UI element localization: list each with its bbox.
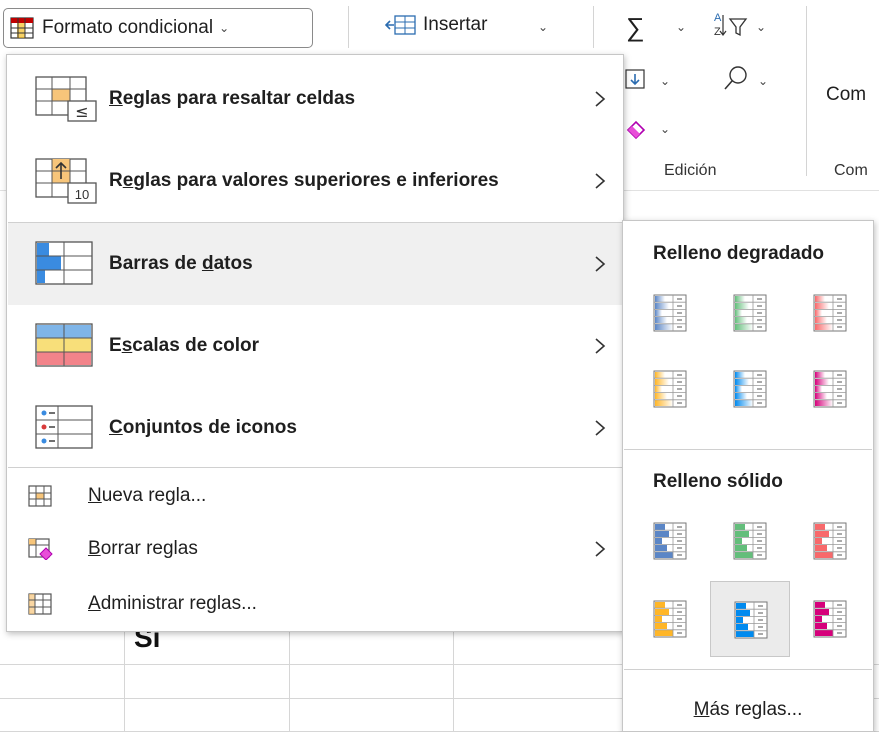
data-bar-icon — [813, 600, 847, 638]
svg-text:10: 10 — [75, 187, 89, 202]
data-bar-swatch-solid-red[interactable] — [790, 503, 870, 579]
data-bar-icon — [733, 370, 767, 408]
solid-fill-heading: Relleno sólido — [653, 471, 783, 492]
data-bar-icon — [734, 601, 768, 639]
color-scales-icon — [35, 323, 93, 367]
more-rules-link[interactable]: Más reglas... — [623, 699, 873, 721]
data-bar-swatch-solid-green[interactable] — [710, 503, 790, 579]
data-bar-swatch-gradient-light-blue[interactable] — [710, 351, 790, 427]
chevron-right-icon — [595, 256, 606, 272]
data-bar-swatch-solid-orange[interactable] — [630, 581, 710, 657]
manage-rules-icon — [28, 592, 52, 615]
conditional-format-icon — [10, 17, 34, 39]
menu-item-new-rule[interactable]: Nueva regla... — [8, 473, 622, 518]
menu-item-label: Nueva regla... — [88, 484, 207, 506]
insert-label: Insertar — [423, 14, 488, 35]
menu-item-data-bars[interactable]: Barras de datos — [8, 223, 622, 305]
menu-item-label: Borrar reglas — [88, 537, 198, 559]
data-bar-icon — [653, 522, 687, 560]
data-bars-submenu: Relleno degradado Relleno sólido Más reg… — [622, 220, 874, 732]
svg-text:A: A — [714, 12, 722, 24]
highlight-cells-rules-icon: ≤ — [35, 76, 97, 122]
data-bars-icon — [35, 241, 93, 285]
editing-group-label: Edición — [664, 162, 717, 179]
data-bar-swatch-gradient-purple[interactable] — [790, 351, 870, 427]
chevron-right-icon — [595, 420, 606, 436]
new-rule-icon — [28, 484, 52, 507]
autosum-icon[interactable]: ∑ — [626, 12, 645, 43]
data-bar-swatch-solid-purple[interactable] — [790, 581, 870, 657]
chevron-right-icon — [595, 540, 606, 557]
menu-item-color-scales[interactable]: Escalas de color — [8, 305, 622, 387]
chevron-right-icon — [595, 338, 606, 354]
data-bar-icon — [813, 294, 847, 332]
menu-item-manage-rules[interactable]: Administrar reglas... — [8, 581, 622, 626]
menu-item-icon-sets[interactable]: Conjuntos de iconos — [8, 387, 622, 469]
menu-item-label: Reglas para resaltar celdas — [109, 88, 356, 109]
data-bar-swatch-solid-light-blue[interactable] — [710, 581, 790, 657]
autosum-dropdown-icon[interactable]: ⌄ — [676, 20, 686, 34]
menu-item-label: Administrar reglas... — [88, 592, 257, 614]
gradient-fill-heading: Relleno degradado — [653, 243, 825, 264]
comment-button[interactable]: Com — [826, 84, 866, 106]
comments-group-label: Com — [834, 162, 868, 179]
sort-dropdown-icon[interactable]: ⌄ — [756, 20, 766, 34]
data-bar-icon — [813, 522, 847, 560]
insert-cells-icon — [385, 15, 416, 35]
icon-sets-icon — [35, 405, 93, 449]
data-bar-swatch-gradient-blue[interactable] — [630, 275, 710, 351]
conditional-format-menu: ≤ Reglas para resaltar celdas 10 Reglas … — [6, 54, 624, 632]
menu-item-clear-rules[interactable]: Borrar reglas — [8, 526, 622, 571]
menu-item-label: Conjuntos de iconos — [109, 417, 297, 438]
data-bar-swatch-gradient-red[interactable] — [790, 275, 870, 351]
sort-filter-icon[interactable]: A Z — [712, 10, 752, 38]
menu-item-label: Escalas de color — [109, 335, 259, 356]
chevron-down-icon: ⌄ — [219, 21, 230, 35]
menu-item-label: Reglas para valores superiores e inferio… — [109, 170, 499, 191]
data-bar-icon — [653, 294, 687, 332]
data-bar-icon — [733, 522, 767, 560]
fill-icon[interactable] — [624, 66, 650, 92]
find-dropdown-icon[interactable]: ⌄ — [758, 74, 768, 88]
data-bar-swatch-gradient-orange[interactable] — [630, 351, 710, 427]
insert-button[interactable]: Insertar — [385, 14, 487, 36]
menu-item-top-bottom-rules[interactable]: 10 Reglas para valores superiores e infe… — [8, 140, 622, 222]
clear-dropdown-icon[interactable]: ⌄ — [660, 122, 670, 136]
data-bar-icon — [813, 370, 847, 408]
clear-icon[interactable] — [624, 116, 650, 142]
data-bar-swatch-gradient-green[interactable] — [710, 275, 790, 351]
data-bar-icon — [733, 294, 767, 332]
conditional-format-button[interactable]: Formato condicional ⌄ — [3, 8, 313, 48]
find-icon[interactable] — [722, 64, 750, 92]
clear-rules-icon — [28, 537, 53, 560]
chevron-right-icon — [595, 91, 606, 107]
data-bar-swatch-solid-blue[interactable] — [630, 503, 710, 579]
svg-text:Z: Z — [714, 26, 721, 38]
conditional-format-label: Formato condicional — [42, 17, 214, 38]
menu-item-label: Barras de datos — [109, 253, 253, 274]
fill-dropdown-icon[interactable]: ⌄ — [660, 74, 670, 88]
insert-dropdown-icon[interactable]: ⌄ — [538, 20, 548, 34]
top-bottom-rules-icon: 10 — [35, 158, 97, 204]
menu-item-highlight-cells-rules[interactable]: ≤ Reglas para resaltar celdas — [8, 58, 622, 140]
data-bar-icon — [653, 370, 687, 408]
data-bar-icon — [653, 600, 687, 638]
svg-text:≤: ≤ — [75, 102, 88, 121]
chevron-right-icon — [595, 173, 606, 189]
